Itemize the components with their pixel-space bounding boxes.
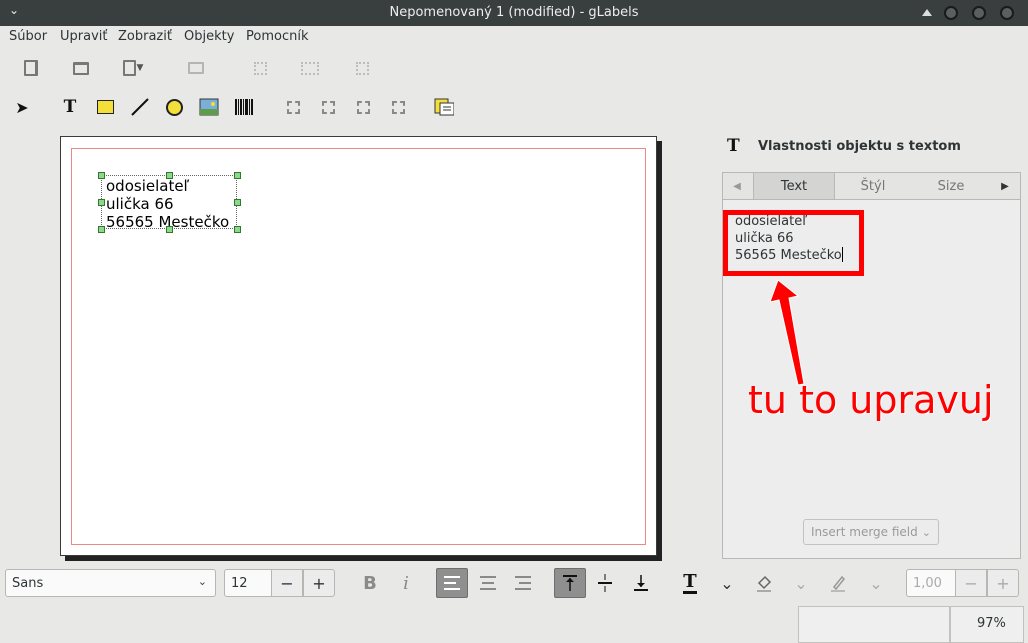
tab-scroll-right-icon[interactable]: ▶ <box>991 173 1019 199</box>
tab-scroll-left-icon[interactable]: ◀ <box>723 173 751 199</box>
line-spacing-input[interactable]: 1,00 <box>906 569 956 597</box>
menu-subor[interactable]: Súbor <box>9 29 47 44</box>
font-size-decrease-button[interactable]: − <box>271 569 303 597</box>
chevron-down-icon[interactable]: ⌄ <box>711 568 743 598</box>
zoom-level: 97% <box>977 616 1006 631</box>
annotation-highlight-box <box>723 210 864 276</box>
text-color-icon[interactable]: T <box>674 568 706 598</box>
panel-title: Vlastnosti objektu s textom <box>758 139 961 154</box>
line-color-icon[interactable] <box>822 568 854 598</box>
box-tool-icon[interactable] <box>95 97 115 117</box>
tab-size[interactable]: Size <box>913 173 989 199</box>
text-tool-icon[interactable]: T <box>60 97 80 117</box>
line-spacing-decrease-button[interactable]: − <box>955 569 987 597</box>
menu-pomocnik[interactable]: Pomocník <box>246 29 308 44</box>
align-right-button[interactable] <box>507 568 539 598</box>
font-size-value: 12 <box>231 575 248 591</box>
merge-properties-icon[interactable] <box>434 97 454 117</box>
copy-icon[interactable] <box>300 58 320 78</box>
valign-top-button[interactable] <box>554 568 586 598</box>
annotation-text: tu to upravuj <box>748 378 994 422</box>
resize-handle-sw[interactable] <box>98 226 105 233</box>
annotation-arrow-icon <box>770 280 805 386</box>
zoom-1to1-icon[interactable] <box>353 97 373 117</box>
barcode-tool-icon[interactable] <box>234 97 254 117</box>
chevron-down-icon[interactable]: ⌄ <box>860 568 892 598</box>
fill-color-icon[interactable] <box>748 568 780 598</box>
title-bar: ⌄ Nepomenovaný 1 (modified) - gLabels <box>0 0 1028 26</box>
resize-handle-se[interactable] <box>234 226 241 233</box>
close-button[interactable] <box>1000 6 1014 20</box>
valign-middle-button[interactable] <box>589 568 621 598</box>
resize-handle-ne[interactable] <box>234 172 241 179</box>
zoom-in-icon[interactable] <box>283 97 303 117</box>
print-icon[interactable] <box>186 58 206 78</box>
menu-upravit[interactable]: Upraviť <box>60 29 107 44</box>
maximize-button[interactable] <box>972 6 986 20</box>
paste-icon[interactable] <box>352 58 372 78</box>
insert-merge-field-label: Insert merge field <box>811 525 918 539</box>
font-size-increase-button[interactable]: + <box>303 569 335 597</box>
resize-handle-e[interactable] <box>234 199 241 206</box>
align-left-button[interactable] <box>436 568 468 598</box>
chevron-down-icon: ⌄ <box>197 575 207 588</box>
resize-handle-nw[interactable] <box>98 172 105 179</box>
valign-bottom-button[interactable] <box>625 568 657 598</box>
align-center-button[interactable] <box>472 568 504 598</box>
resize-handle-w[interactable] <box>98 199 105 206</box>
font-family-value: Sans <box>12 575 44 591</box>
tab-strip: ◀ Text Štýl Size ▶ <box>723 173 1020 200</box>
resize-handle-s[interactable] <box>166 226 173 233</box>
new-file-icon[interactable] <box>21 58 41 78</box>
text-object-icon: T <box>727 136 740 156</box>
tab-styl[interactable]: Štýl <box>835 173 911 199</box>
bold-button[interactable]: B <box>354 568 386 598</box>
ellipse-tool-icon[interactable] <box>164 97 184 117</box>
zoom-fit-icon[interactable] <box>388 97 408 117</box>
chevron-down-icon: ⌄ <box>921 525 931 539</box>
save-icon[interactable]: ▼ <box>120 58 146 78</box>
chevron-down-icon[interactable]: ⌄ <box>785 568 817 598</box>
menu-zobrazit[interactable]: Zobraziť <box>118 29 172 44</box>
menu-objekty[interactable]: Objekty <box>184 29 234 44</box>
resize-handle-n[interactable] <box>166 172 173 179</box>
minimize-button[interactable] <box>944 6 958 20</box>
open-folder-icon[interactable] <box>71 58 91 78</box>
italic-button[interactable]: i <box>390 568 422 598</box>
cut-icon[interactable] <box>250 58 270 78</box>
shade-window-icon[interactable] <box>922 9 932 16</box>
window-title: Nepomenovaný 1 (modified) - gLabels <box>389 5 639 20</box>
zoom-out-icon[interactable] <box>318 97 338 117</box>
image-tool-icon[interactable] <box>199 97 219 117</box>
pointer-icon[interactable]: ➤ <box>12 97 32 117</box>
status-cursor-cell <box>798 606 950 643</box>
font-family-combo[interactable]: Sans ⌄ <box>5 569 216 597</box>
tab-text[interactable]: Text <box>753 173 835 199</box>
text-object[interactable]: odosielateľ ulička 66 56565 Mestečko <box>106 177 229 231</box>
line-spacing-value: 1,00 <box>913 575 942 591</box>
font-size-input[interactable]: 12 <box>224 569 272 597</box>
menu-bar: Súbor Upraviť Zobraziť Objekty Pomocník <box>0 26 1028 48</box>
insert-merge-field-button[interactable]: Insert merge field ⌄ <box>803 519 939 545</box>
line-tool-icon[interactable] <box>130 97 150 117</box>
line-spacing-increase-button[interactable]: + <box>987 569 1019 597</box>
